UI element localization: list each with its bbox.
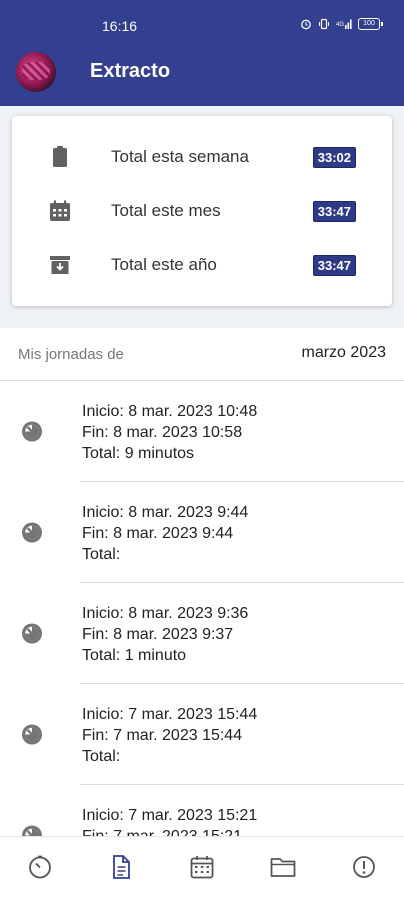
entry-end: Fin: 7 mar. 2023 15:44 bbox=[82, 727, 243, 744]
month-label: Mis jornadas de bbox=[18, 346, 124, 363]
summary-row-month: Total este mes 33:47 bbox=[12, 191, 392, 231]
entry-start: Inicio: 8 mar. 2023 10:48 bbox=[82, 403, 258, 420]
entry-total: Total: bbox=[82, 546, 121, 563]
status-time: 16:16 bbox=[102, 18, 138, 34]
document-icon[interactable] bbox=[109, 854, 133, 885]
timer-icon[interactable] bbox=[27, 854, 53, 885]
calendar-icon bbox=[48, 199, 72, 223]
nav-folder[interactable] bbox=[243, 837, 323, 901]
nav-statement[interactable] bbox=[81, 837, 161, 901]
entry-total: Total: 1 minuto bbox=[82, 647, 187, 664]
status-icons: 4G 100 bbox=[300, 18, 383, 30]
signal-icon: 4G bbox=[336, 18, 352, 30]
list-item[interactable]: Inicio: 7 mar. 2023 15:44 Fin: 7 mar. 20… bbox=[0, 684, 404, 785]
entry-end: Fin: 8 mar. 2023 9:37 bbox=[82, 626, 234, 643]
summary-row-week: Total esta semana 33:02 bbox=[12, 137, 392, 177]
list-item-text: Inicio: 7 mar. 2023 15:21 Fin: 7 mar. 20… bbox=[82, 805, 257, 836]
entry-end: Fin: 8 mar. 2023 9:44 bbox=[82, 525, 234, 542]
summary-card: Total esta semana 33:02 Total este mes 3… bbox=[12, 116, 392, 306]
list-item-text: Inicio: 8 mar. 2023 10:48 Fin: 8 mar. 20… bbox=[82, 401, 257, 464]
entry-total: Total: 9 minutos bbox=[82, 445, 195, 462]
entry-start: Inicio: 8 mar. 2023 9:44 bbox=[82, 504, 249, 521]
entry-start: Inicio: 7 mar. 2023 15:44 bbox=[82, 706, 258, 723]
entry-end: Fin: 8 mar. 2023 10:58 bbox=[82, 424, 243, 441]
timer-icon bbox=[20, 419, 44, 443]
avatar[interactable] bbox=[16, 52, 56, 92]
summary-label: Total este mes bbox=[111, 201, 221, 220]
summary-value-badge: 33:02 bbox=[312, 146, 356, 168]
month-value[interactable]: marzo 2023 bbox=[302, 344, 387, 362]
nav-calendar[interactable] bbox=[162, 837, 242, 901]
summary-label: Total este año bbox=[111, 255, 217, 274]
list-item-text: Inicio: 8 mar. 2023 9:44 Fin: 8 mar. 202… bbox=[82, 502, 248, 565]
summary-label: Total esta semana bbox=[111, 147, 249, 166]
summary-row-year: Total este año 33:47 bbox=[12, 245, 392, 285]
battery-icon: 100 bbox=[358, 18, 383, 30]
folder-icon[interactable] bbox=[269, 855, 297, 884]
bottom-navigation bbox=[0, 836, 404, 901]
clipboard-icon bbox=[48, 145, 72, 169]
page-title: Extracto bbox=[90, 60, 171, 82]
list-item-text: Inicio: 8 mar. 2023 9:36 Fin: 8 mar. 202… bbox=[82, 603, 248, 666]
list-item[interactable]: Inicio: 8 mar. 2023 9:36 Fin: 8 mar. 202… bbox=[0, 583, 404, 684]
app-header: 16:16 4G 100 Extracto bbox=[0, 0, 404, 106]
nav-info[interactable] bbox=[324, 837, 404, 901]
list-item[interactable]: Inicio: 8 mar. 2023 10:48 Fin: 8 mar. 20… bbox=[0, 381, 404, 482]
list-item-text: Inicio: 7 mar. 2023 15:44 Fin: 7 mar. 20… bbox=[82, 704, 257, 767]
vibrate-icon bbox=[318, 18, 330, 30]
summary-value-badge: 33:47 bbox=[312, 254, 356, 276]
archive-icon bbox=[48, 253, 72, 277]
entry-start: Inicio: 8 mar. 2023 9:36 bbox=[82, 605, 249, 622]
alarm-icon bbox=[300, 18, 312, 30]
calendar-icon[interactable] bbox=[189, 854, 215, 885]
list-item[interactable]: Inicio: 7 mar. 2023 15:21 Fin: 7 mar. 20… bbox=[0, 785, 404, 836]
svg-text:4G: 4G bbox=[336, 22, 344, 28]
summary-value-badge: 33:47 bbox=[312, 200, 356, 222]
timer-icon bbox=[20, 520, 44, 544]
workday-list[interactable]: Inicio: 8 mar. 2023 10:48 Fin: 8 mar. 20… bbox=[0, 381, 404, 836]
nav-timer[interactable] bbox=[0, 837, 80, 901]
month-selector[interactable]: Mis jornadas de marzo 2023 bbox=[0, 330, 404, 381]
timer-icon bbox=[20, 621, 44, 645]
entry-start: Inicio: 7 mar. 2023 15:21 bbox=[82, 807, 258, 824]
entry-total: Total: bbox=[82, 748, 121, 765]
timer-icon bbox=[20, 823, 44, 836]
entry-end: Fin: 7 mar. 2023 15:21 bbox=[82, 826, 257, 836]
info-icon[interactable] bbox=[351, 854, 377, 885]
timer-icon bbox=[20, 722, 44, 746]
list-item[interactable]: Inicio: 8 mar. 2023 9:44 Fin: 8 mar. 202… bbox=[0, 482, 404, 583]
